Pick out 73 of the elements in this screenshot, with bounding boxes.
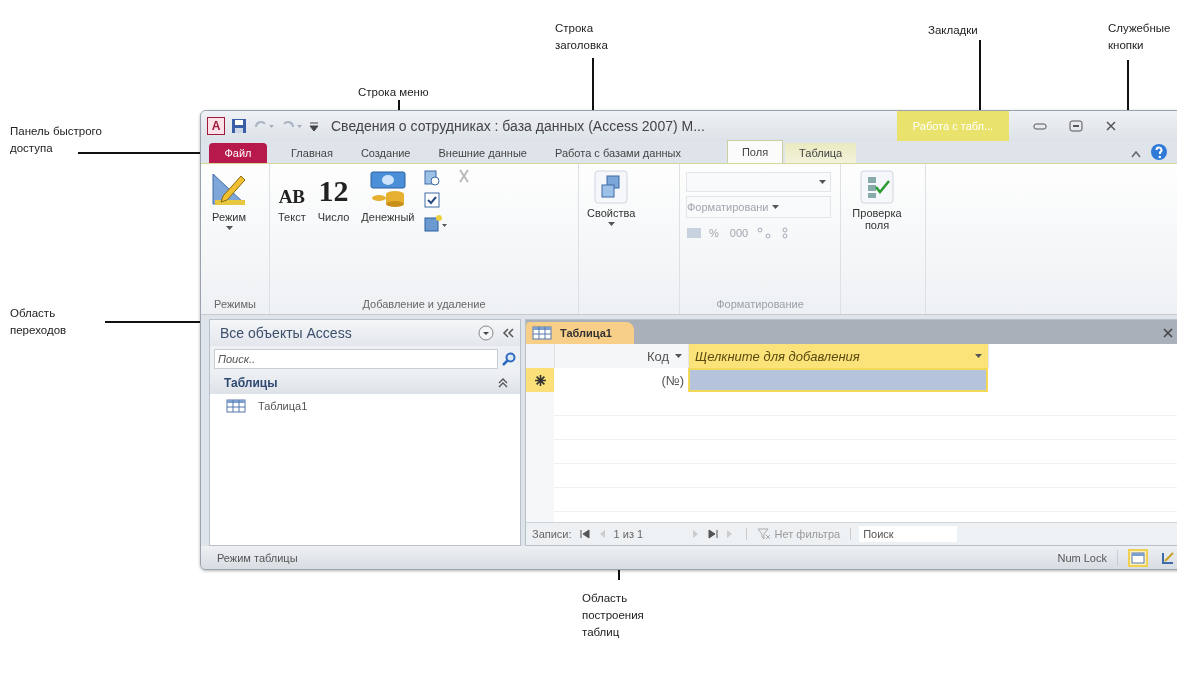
callout-label: Область переходов (10, 306, 68, 338)
datasheet-view-button[interactable] (1128, 548, 1148, 567)
record-position[interactable]: 1 из 1 (613, 528, 684, 540)
app-logo[interactable]: A (207, 117, 225, 135)
glyph-label: AB (278, 185, 306, 208)
record-search-field[interactable]: Поиск (859, 526, 958, 542)
record-nav-label: Записи: (532, 528, 572, 540)
ribbon-button[interactable]: Проверка поля (847, 168, 907, 233)
callout-label: Закладки (928, 23, 979, 38)
document-tab[interactable]: Таблица1 (526, 322, 634, 344)
column-header[interactable]: Щелкните для добавления (689, 344, 989, 368)
minimize-icon[interactable] (1033, 121, 1047, 131)
table-cell[interactable]: (№) (554, 368, 688, 392)
table-icon (226, 399, 246, 413)
callout-label: Служебные кнопки (1108, 21, 1172, 53)
caret-icon (819, 180, 826, 184)
group-label: Режимы (213, 298, 257, 312)
save-icon[interactable] (231, 118, 247, 134)
ribbon-button[interactable]: Свойства (585, 168, 638, 228)
new-record-icon (534, 374, 546, 386)
search-icon[interactable] (502, 352, 516, 366)
caret-icon (225, 226, 233, 230)
callout-label: Область построения таблиц (582, 591, 645, 640)
nav-item[interactable]: Таблица1 (258, 400, 308, 412)
column-header[interactable]: Код (555, 344, 689, 368)
table-cell[interactable] (688, 368, 988, 392)
restore-icon[interactable] (1069, 120, 1083, 132)
filter-icon (756, 528, 771, 540)
table-icon (532, 326, 552, 340)
ribbon-tab[interactable]: Внешние данные (424, 143, 541, 163)
status-indicator: Num Lock (1057, 551, 1107, 564)
collapse-chevron-icon[interactable] (498, 378, 508, 388)
collapse-pane-icon[interactable] (502, 328, 514, 338)
ribbon-button[interactable]: Режим (207, 168, 251, 232)
ribbon-tab[interactable]: Таблица (785, 143, 857, 163)
properties-sheet-icon (594, 170, 629, 204)
group-label: Форматирование (715, 298, 805, 312)
ribbon-tab[interactable]: Создание (346, 143, 425, 163)
ribbon-tab[interactable]: Главная (277, 143, 347, 163)
status-text: Режим таблицы (217, 551, 299, 564)
search-field[interactable]: Поиск.. (214, 349, 498, 369)
lookup-field-icon[interactable] (424, 170, 441, 186)
dropdown-circle-icon[interactable] (478, 325, 494, 341)
nav-group-header[interactable]: Таблицы (210, 372, 520, 394)
group-label: Добавление и удаление (361, 298, 487, 312)
ribbon-tab[interactable]: Файл (209, 143, 267, 163)
ruler-pencil-icon (209, 170, 249, 208)
sort-caret-icon (975, 354, 982, 358)
ribbon-tab[interactable]: Поля (726, 140, 784, 163)
caret-icon (607, 222, 615, 226)
window-title: Сведения о сотрудниках : база данных (Access 2007) M... (331, 118, 706, 134)
ribbon-button[interactable]: AB Текст (276, 168, 308, 225)
callout-label: Строка заголовка (555, 21, 609, 53)
help-icon[interactable] (1150, 143, 1168, 161)
last-record-icon[interactable] (707, 529, 718, 539)
close-icon[interactable] (1105, 120, 1117, 132)
more-fields-icon[interactable] (424, 214, 449, 232)
ribbon-button[interactable]: Денежный (359, 168, 417, 225)
glyph-label: 12 (318, 173, 349, 208)
customize-toolbar-icon[interactable] (309, 119, 319, 133)
ribbon-button[interactable]: 12 Число (315, 168, 352, 225)
sort-caret-icon (675, 354, 682, 358)
checkbox-icon[interactable] (424, 192, 441, 208)
caret-icon (771, 205, 779, 209)
field-check-icon (860, 170, 894, 204)
contextual-tab-group: Работа с табл... (897, 111, 1009, 141)
callout-label: Панель быстрого доступа (10, 124, 103, 156)
close-icon[interactable] (1163, 327, 1173, 338)
callout-label: Строка меню (358, 85, 430, 100)
ribbon-tab[interactable]: Работа с базами данных (540, 143, 695, 163)
minimize-ribbon-icon[interactable] (1130, 149, 1142, 159)
first-record-icon[interactable] (579, 529, 590, 539)
new-record-selector[interactable] (526, 368, 554, 392)
